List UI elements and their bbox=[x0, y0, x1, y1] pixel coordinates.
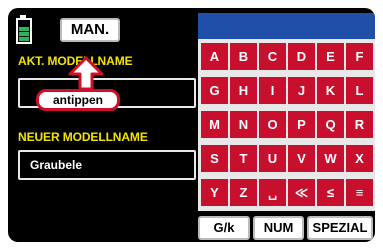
cursor-left-fast-key[interactable]: ≪ bbox=[288, 179, 315, 206]
key-t[interactable]: T bbox=[230, 145, 257, 172]
battery-icon bbox=[16, 15, 32, 44]
key-g[interactable]: G bbox=[201, 77, 228, 104]
key-i[interactable]: I bbox=[259, 77, 286, 104]
key-e[interactable]: E bbox=[317, 43, 344, 70]
keyboard-header bbox=[198, 13, 375, 39]
screen: MAN. AKT. MODELLNAME antippen NEUER MODE… bbox=[8, 8, 375, 242]
key-u[interactable]: U bbox=[259, 145, 286, 172]
key-r[interactable]: R bbox=[346, 111, 373, 138]
key-p[interactable]: P bbox=[288, 111, 315, 138]
man-button[interactable]: MAN. bbox=[60, 18, 120, 42]
key-y[interactable]: Y bbox=[201, 179, 228, 206]
arrow-up-icon bbox=[68, 56, 104, 90]
new-model-field[interactable]: Graubele bbox=[18, 150, 196, 180]
special-button[interactable]: SPEZIAL bbox=[307, 216, 373, 240]
space-key[interactable]: ␣ bbox=[259, 179, 286, 206]
key-a[interactable]: A bbox=[201, 43, 228, 70]
key-b[interactable]: B bbox=[230, 43, 257, 70]
key-s[interactable]: S bbox=[201, 145, 228, 172]
key-f[interactable]: F bbox=[346, 43, 373, 70]
case-toggle-button[interactable]: G/k bbox=[198, 216, 250, 240]
key-d[interactable]: D bbox=[288, 43, 315, 70]
cursor-left-key[interactable]: ≤ bbox=[317, 179, 344, 206]
key-z[interactable]: Z bbox=[230, 179, 257, 206]
keyboard: A B C D E F G H I J K L M N O P Q R S T U V W X Y Z ␣ ≪ ≤ ≡ bbox=[198, 39, 375, 211]
key-c[interactable]: C bbox=[259, 43, 286, 70]
key-w[interactable]: W bbox=[317, 145, 344, 172]
key-o[interactable]: O bbox=[259, 111, 286, 138]
key-x[interactable]: X bbox=[346, 145, 373, 172]
menu-key[interactable]: ≡ bbox=[346, 179, 373, 206]
key-l[interactable]: L bbox=[346, 77, 373, 104]
key-n[interactable]: N bbox=[230, 111, 257, 138]
tap-hint-callout: antippen bbox=[36, 89, 120, 111]
key-v[interactable]: V bbox=[288, 145, 315, 172]
key-j[interactable]: J bbox=[288, 77, 315, 104]
key-k[interactable]: K bbox=[317, 77, 344, 104]
key-h[interactable]: H bbox=[230, 77, 257, 104]
new-model-label: NEUER MODELLNAME bbox=[18, 130, 148, 144]
key-q[interactable]: Q bbox=[317, 111, 344, 138]
num-button[interactable]: NUM bbox=[253, 216, 304, 240]
key-m[interactable]: M bbox=[201, 111, 228, 138]
